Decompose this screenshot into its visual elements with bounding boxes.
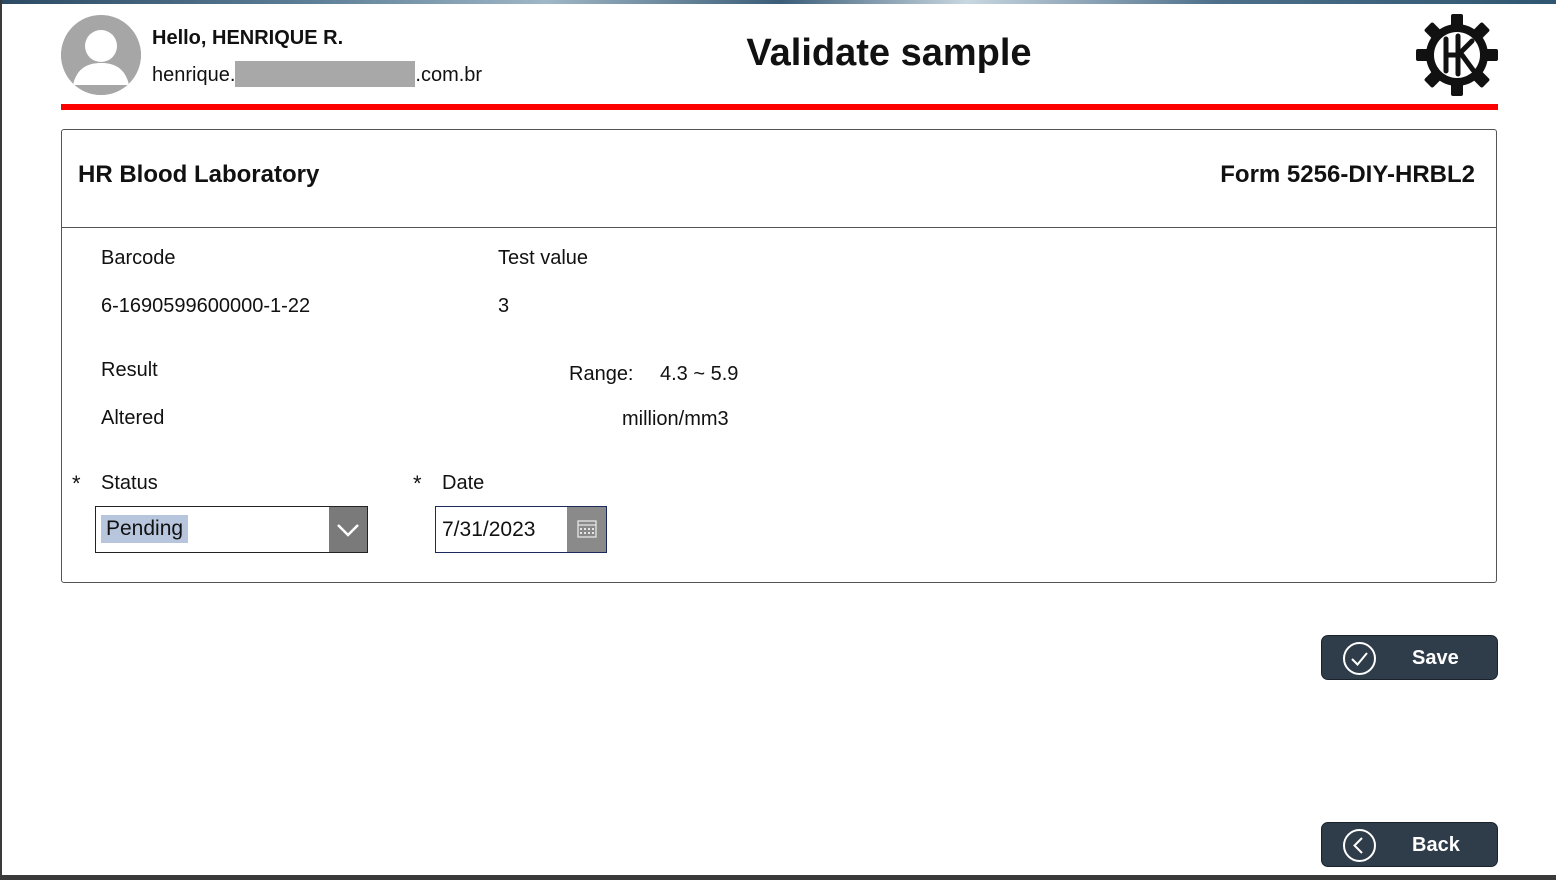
check-circle-icon: [1343, 642, 1376, 675]
lab-name: HR Blood Laboratory: [78, 161, 320, 188]
date-picker[interactable]: 7/31/2023: [435, 506, 607, 553]
range-value: 4.3 ~ 5.9: [660, 363, 739, 385]
result-label: Result: [101, 359, 158, 381]
date-required-mark: *: [413, 471, 422, 496]
unit-label: million/mm3: [622, 408, 729, 430]
date-label: Date: [442, 472, 485, 494]
range-label: Range:: [569, 363, 634, 385]
test-value-label: Test value: [498, 247, 589, 269]
status-selected-value: Pending: [101, 515, 189, 543]
back-button[interactable]: Back: [1321, 822, 1498, 867]
calendar-icon: [577, 520, 597, 538]
save-button-label: Save: [1412, 647, 1459, 669]
app-window: Hello, HENRIQUE R. henrique. .com.br Vali…: [0, 0, 1556, 880]
chevron-down-icon: [337, 524, 359, 537]
window-top-strip: [2, 0, 1556, 4]
chevron-left-circle-icon: [1343, 829, 1376, 862]
form-id: Form 5256-DIY-HRBL2: [1220, 161, 1475, 188]
back-button-label: Back: [1412, 834, 1460, 856]
save-button[interactable]: Save: [1321, 635, 1498, 680]
barcode-label: Barcode: [101, 247, 176, 269]
barcode-value: 6-1690599600000-1-22: [101, 295, 311, 317]
test-value: 3: [498, 295, 510, 317]
status-label: Status: [101, 472, 158, 494]
result-value: Altered: [101, 407, 165, 429]
card-header: HR Blood Laboratory Form 5256-DIY-HRBL2: [62, 130, 1496, 228]
page-title: Validate sample: [746, 32, 1032, 74]
status-required-mark: *: [72, 471, 81, 496]
sample-card: HR Blood Laboratory Form 5256-DIY-HRBL2 …: [61, 129, 1497, 583]
gear-hr-logo-icon: [1416, 14, 1498, 96]
header-divider: [61, 104, 1498, 110]
status-dropdown[interactable]: Pending: [95, 506, 368, 553]
calendar-button[interactable]: [567, 507, 606, 552]
date-value: 7/31/2023: [442, 518, 536, 541]
dropdown-button[interactable]: [329, 507, 367, 552]
